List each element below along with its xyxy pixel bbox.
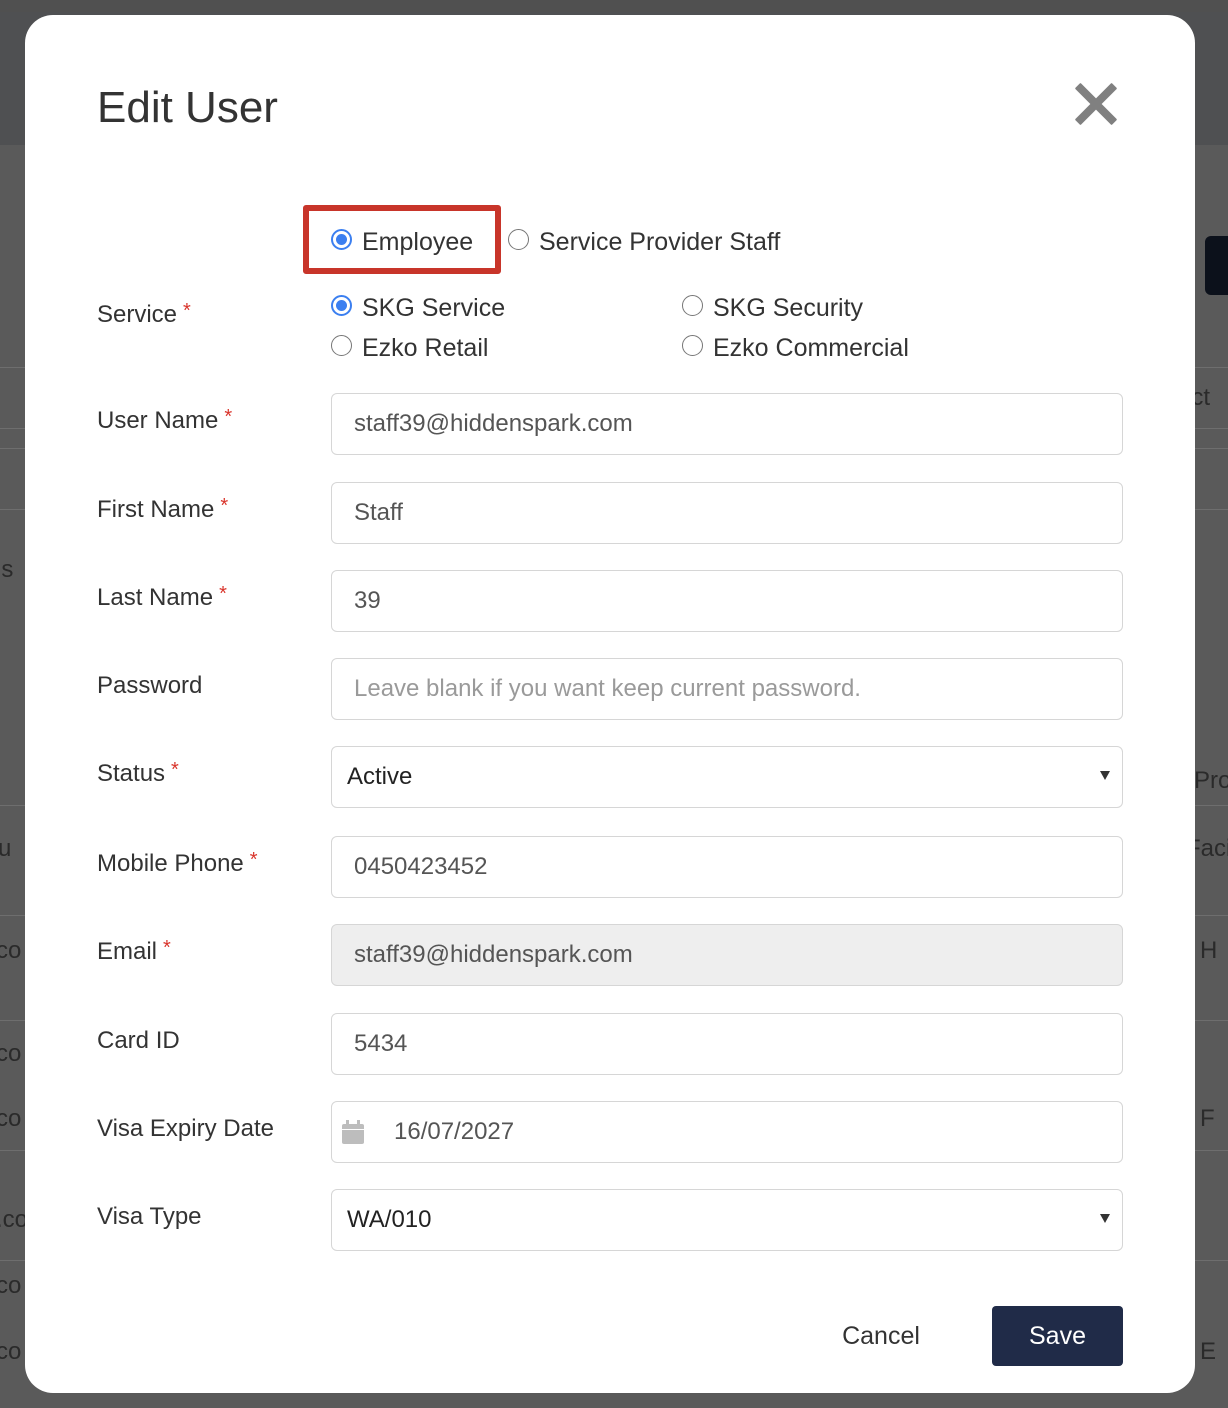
radio-label: SKG Service xyxy=(362,294,506,322)
service-label: Service * xyxy=(97,300,191,328)
background-text: ls xyxy=(0,556,14,583)
radio-label: Service Provider Staff xyxy=(539,228,781,256)
status-label: Status * xyxy=(97,759,179,787)
background-text: u xyxy=(0,835,12,862)
password-label: Password xyxy=(97,672,203,699)
caret-down-icon xyxy=(1100,1214,1110,1223)
background-topbar xyxy=(0,0,1228,12)
background-text: co xyxy=(0,1272,22,1299)
visa-expiry-date-input[interactable]: 16/07/2027 xyxy=(331,1101,1123,1163)
required-asterisk: * xyxy=(183,300,191,322)
required-asterisk: * xyxy=(171,759,179,781)
save-button[interactable]: Save xyxy=(992,1306,1123,1366)
password-input[interactable]: Leave blank if you want keep current pas… xyxy=(331,658,1123,720)
first-name-label: First Name * xyxy=(97,495,229,523)
radio-service-provider-staff[interactable]: Service Provider Staff xyxy=(508,228,780,257)
card-id-input[interactable]: 5434 xyxy=(331,1013,1123,1075)
edit-user-modal: Edit User Employee Service Provider Staf… xyxy=(25,15,1195,1393)
radio-unchecked-icon xyxy=(682,295,703,316)
last-name-label: Last Name * xyxy=(97,583,227,611)
background-text: F xyxy=(1200,1105,1215,1132)
card-id-label: Card ID xyxy=(97,1027,180,1054)
email-input: staff39@hiddenspark.com xyxy=(331,924,1123,986)
background-text: co xyxy=(0,937,22,964)
close-icon[interactable] xyxy=(1073,81,1119,127)
radio-label: Ezko Retail xyxy=(362,334,489,362)
background-text: co xyxy=(0,1338,22,1365)
status-select[interactable]: Active xyxy=(331,746,1123,808)
visa-expiry-date-label: Visa Expiry Date xyxy=(97,1115,274,1142)
background-text: H xyxy=(1200,937,1218,964)
radio-skg-service[interactable]: SKG Service xyxy=(331,294,505,323)
last-name-input[interactable]: 39 xyxy=(331,570,1123,632)
radio-checked-icon xyxy=(331,229,352,250)
required-asterisk: * xyxy=(163,937,171,959)
user-name-input[interactable]: staff39@hiddenspark.com xyxy=(331,393,1123,455)
required-asterisk: * xyxy=(219,583,227,605)
radio-unchecked-icon xyxy=(331,335,352,356)
radio-label: SKG Security xyxy=(713,294,864,322)
radio-ezko-commercial[interactable]: Ezko Commercial xyxy=(682,334,909,363)
radio-unchecked-icon xyxy=(682,335,703,356)
mobile-phone-input[interactable]: 0450423452 xyxy=(331,836,1123,898)
radio-employee[interactable]: Employee xyxy=(331,228,473,257)
modal-title: Edit User xyxy=(97,83,278,132)
first-name-input[interactable]: Staff xyxy=(331,482,1123,544)
required-asterisk: * xyxy=(224,406,233,428)
background-text: E xyxy=(1200,1338,1217,1365)
radio-label: Ezko Commercial xyxy=(713,334,909,362)
email-label: Email * xyxy=(97,937,171,965)
visa-type-select[interactable]: WA/010 xyxy=(331,1189,1123,1251)
mobile-phone-label: Mobile Phone * xyxy=(97,849,258,877)
background-text: co xyxy=(0,1040,22,1067)
required-asterisk: * xyxy=(249,849,258,871)
background-text: .co xyxy=(0,1206,29,1233)
background-text: Pro xyxy=(1194,767,1228,794)
radio-skg-security[interactable]: SKG Security xyxy=(682,294,863,323)
required-asterisk: * xyxy=(220,495,229,517)
radio-unchecked-icon xyxy=(508,229,529,250)
cancel-button[interactable]: Cancel xyxy=(821,1306,941,1366)
visa-type-label: Visa Type xyxy=(97,1203,202,1230)
radio-ezko-retail[interactable]: Ezko Retail xyxy=(331,334,488,363)
user-name-label: User Name * xyxy=(97,406,233,434)
radio-label: Employee xyxy=(362,228,474,256)
background-text: co xyxy=(0,1105,22,1132)
calendar-icon[interactable] xyxy=(342,1120,364,1144)
background-button xyxy=(1205,236,1228,295)
radio-checked-icon xyxy=(331,295,352,316)
caret-down-icon xyxy=(1100,771,1110,780)
